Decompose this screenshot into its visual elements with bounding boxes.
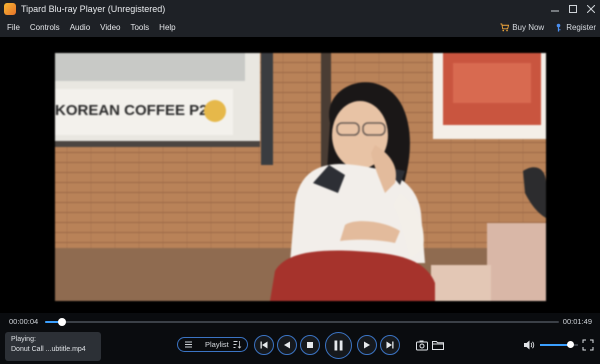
skip-previous-icon [260, 341, 268, 349]
volume-icon[interactable] [523, 339, 535, 351]
cart-icon [500, 23, 510, 32]
playlist-button[interactable]: Playlist [177, 337, 248, 352]
now-playing-file: Donut Call ...ubtitle.mp4 [11, 346, 86, 353]
seek-bar-thumb[interactable] [57, 318, 66, 326]
previous-chapter-button[interactable] [254, 335, 274, 355]
maximize-icon [569, 5, 577, 13]
rewind-icon [284, 341, 290, 349]
seek-bar[interactable] [45, 318, 559, 326]
sign-text: KOREAN COFFEE P20 [55, 102, 216, 119]
playlist-label: Playlist [205, 340, 229, 349]
close-button[interactable] [582, 0, 600, 18]
total-time: 00:01:49 [562, 317, 592, 326]
skip-next-icon [386, 341, 394, 349]
minimize-icon [551, 10, 559, 12]
menu-help[interactable]: Help [154, 23, 180, 32]
snapshot-camera-icon[interactable] [416, 339, 428, 351]
buy-now-label: Buy Now [512, 23, 545, 32]
pause-icon [334, 340, 343, 351]
volume-slider-fill [540, 344, 571, 346]
fast-forward-button[interactable] [357, 335, 377, 355]
window-title: Tipard Blu-ray Player (Unregistered) [21, 4, 166, 14]
fast-forward-icon [364, 341, 370, 349]
key-icon [556, 23, 561, 32]
window-controls [546, 0, 600, 18]
next-chapter-button[interactable] [380, 335, 400, 355]
folder-icon[interactable] [432, 339, 444, 351]
current-time: 00:00:04 [9, 317, 39, 326]
menu-tools[interactable]: Tools [125, 23, 154, 32]
rewind-button[interactable] [277, 335, 297, 355]
menu-controls[interactable]: Controls [25, 23, 65, 32]
title-bar: Tipard Blu-ray Player (Unregistered) [0, 0, 600, 18]
menu-video[interactable]: Video [95, 23, 125, 32]
minimize-button[interactable] [546, 0, 564, 18]
pause-button[interactable] [325, 332, 352, 359]
maximize-button[interactable] [564, 0, 582, 18]
video-area[interactable]: KOREAN COFFEE P20 [0, 37, 600, 313]
video-scene-image: KOREAN COFFEE P20 [55, 53, 546, 301]
list-icon [185, 341, 192, 348]
volume-slider-thumb[interactable] [566, 341, 574, 348]
now-playing-label: Playing: [11, 336, 36, 343]
sort-icon[interactable] [233, 340, 242, 349]
close-icon [587, 5, 595, 13]
menu-audio[interactable]: Audio [65, 23, 95, 32]
menu-bar: File Controls Audio Video Tools Help Buy… [0, 18, 600, 37]
app-logo-icon [4, 3, 16, 15]
fullscreen-icon[interactable] [582, 339, 594, 351]
video-frame: KOREAN COFFEE P20 [55, 53, 546, 301]
now-playing-panel: Playing: Donut Call ...ubtitle.mp4 [5, 332, 101, 361]
register-label: Register [566, 23, 596, 32]
progress-row: 00:00:04 00:01:49 [0, 313, 600, 330]
volume-slider[interactable] [540, 341, 578, 348]
menu-file[interactable]: File [0, 23, 25, 32]
stop-icon [307, 342, 313, 348]
stop-button[interactable] [300, 335, 320, 355]
controls-bar: Playing: Donut Call ...ubtitle.mp4 Playl… [0, 330, 600, 364]
register-button[interactable]: Register [554, 23, 596, 32]
buy-now-button[interactable]: Buy Now [500, 23, 544, 32]
